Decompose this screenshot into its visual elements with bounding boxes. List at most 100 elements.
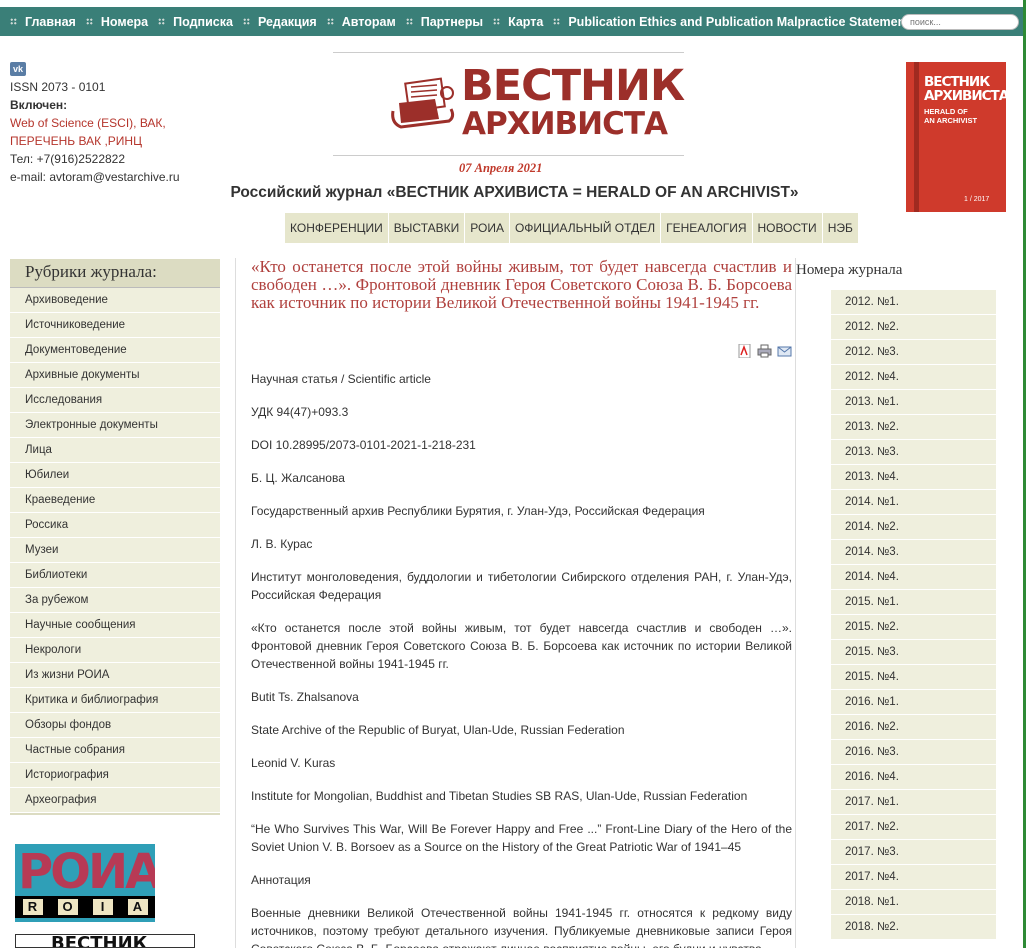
rubric-item[interactable]: Археография [10,788,220,813]
author-ru-2: Л. В. Курас [251,537,313,551]
nav-item-map[interactable]: Карта [493,15,543,29]
rubric-item[interactable]: Обзоры фондов [10,713,220,738]
nav-item-home[interactable]: Главная [10,15,76,29]
cover-title-en: HERALD OF AN ARCHIVIST [924,107,978,125]
email-icon[interactable] [777,344,792,358]
issn: ISSN 2073 - 0101 [10,80,106,94]
included-label: Включен: [10,98,68,112]
roia-letters: R O I A [15,896,155,918]
archive-logo-icon [391,77,455,129]
rubric-item[interactable]: Юбилеи [10,463,220,488]
nav-item-subscription[interactable]: Подписка [158,15,233,29]
search-input[interactable] [901,14,1019,30]
affiliation-ru-2: Институт монголоведения, буддологии и ти… [251,570,792,602]
issue-link[interactable]: 2012. №4. [831,365,996,390]
rubric-item[interactable]: Частные собрания [10,738,220,763]
title-ru: «Кто останется после этой войны живым, т… [251,621,792,671]
issue-link[interactable]: 2013. №2. [831,415,996,440]
doi: DOI 10.28995/2073-0101-2021-1-218-231 [251,438,476,452]
issue-link[interactable]: 2012. №3. [831,340,996,365]
bullet-icon [326,18,334,25]
bullet-icon [405,18,413,25]
issue-link[interactable]: 2017. №2. [831,815,996,840]
issue-link[interactable]: 2018. №2. [831,915,996,940]
subnav-exhibitions[interactable]: ВЫСТАВКИ [389,213,466,243]
issue-link[interactable]: 2014. №4. [831,565,996,590]
issue-link[interactable]: 2016. №1. [831,690,996,715]
rubric-item[interactable]: Электронные документы [10,413,220,438]
top-navigation: Главная Номера Подписка Редакция Авторам… [0,7,1023,36]
issue-link[interactable]: 2015. №1. [831,590,996,615]
issues-sidebar: 2012. №1. 2012. №2. 2012. №3. 2012. №4. … [831,290,996,940]
subnav-neb[interactable]: НЭБ [823,213,858,243]
indexes-link[interactable]: Web of Science (ESCI), ВАК, [10,114,180,132]
title-en: “He Who Survives This War, Will Be Forev… [251,822,792,854]
issue-link[interactable]: 2012. №2. [831,315,996,340]
issue-link[interactable]: 2013. №3. [831,440,996,465]
issue-link[interactable]: 2016. №3. [831,740,996,765]
subnav-news[interactable]: НОВОСТИ [753,213,823,243]
subnav-genealogy[interactable]: ГЕНЕАЛОГИЯ [661,213,753,243]
issue-link[interactable]: 2013. №1. [831,390,996,415]
print-icon[interactable] [757,344,772,358]
nav-item-editorial[interactable]: Редакция [242,15,317,29]
rubrics-title: Рубрики журнала: [10,259,220,288]
subnav-conferences[interactable]: КОНФЕРЕНЦИИ [285,213,389,243]
issue-link[interactable]: 2015. №4. [831,665,996,690]
vk-icon[interactable]: vk [10,62,26,76]
indexes-link-2[interactable]: ПЕРЕЧЕНЬ ВАК ,РИНЦ [10,132,180,150]
contact-info: vk ISSN 2073 - 0101 Включен: Web of Scie… [10,62,180,186]
rubric-item[interactable]: Лица [10,438,220,463]
issue-link[interactable]: 2017. №1. [831,790,996,815]
rubric-item[interactable]: Из жизни РОИА [10,663,220,688]
issues-title: Номера журнала [796,262,903,278]
sidebar-footer [10,813,220,815]
nav-item-authors[interactable]: Авторам [326,15,396,29]
author-en-1: Butit Ts. Zhalsanova [251,690,359,704]
nav-item-issues[interactable]: Номера [85,15,148,29]
vestnik-banner[interactable]: ВЕСТНИК [15,934,195,948]
rubric-item[interactable]: За рубежом [10,588,220,613]
roia-banner[interactable]: РОИА R O I A [15,844,155,922]
issue-link[interactable]: 2018. №1. [831,890,996,915]
subnav-official[interactable]: ОФИЦИАЛЬНЫЙ ОТДЕЛ [510,213,662,243]
rubric-item[interactable]: Архивные документы [10,363,220,388]
nav-item-ethics[interactable]: Publication Ethics and Publication Malpr… [553,15,909,29]
issue-link[interactable]: 2015. №3. [831,640,996,665]
rubric-item[interactable]: Научные сообщения [10,613,220,638]
affiliation-en-1: State Archive of the Republic of Buryat,… [251,723,625,737]
issue-link[interactable]: 2014. №2. [831,515,996,540]
journal-cover[interactable]: ВЕСТНИК АРХИВИСТА HERALD OF AN ARCHIVIST 1… [906,62,1006,212]
subnav-roia[interactable]: РОИА [465,213,510,243]
rubric-item[interactable]: Архивоведение [10,288,220,313]
rubric-item[interactable]: Музеи [10,538,220,563]
issue-link[interactable]: 2017. №4. [831,865,996,890]
affiliation-en-2: Institute for Mongolian, Buddhist and Ti… [251,789,748,803]
article-body: Научная статья / Scientific article УДК … [251,370,792,948]
rubric-item[interactable]: Критика и библиография [10,688,220,713]
rubric-item[interactable]: Некрологи [10,638,220,663]
nav-item-partners[interactable]: Партнеры [405,15,483,29]
rubric-item[interactable]: Библиотеки [10,563,220,588]
article-title: «Кто останется после этой войны живым, т… [251,257,792,312]
rubric-item[interactable]: Краеведение [10,488,220,513]
rubric-item[interactable]: Россика [10,513,220,538]
roia-logo-text: РОИА [18,844,155,900]
rubric-item[interactable]: Историография [10,763,220,788]
issue-link[interactable]: 2014. №3. [831,540,996,565]
rubric-item[interactable]: Исследования [10,388,220,413]
issue-link[interactable]: 2016. №4. [831,765,996,790]
cover-title-ru: ВЕСТНИК АРХИВИСТА [924,74,1006,104]
issue-link[interactable]: 2013. №4. [831,465,996,490]
pdf-icon[interactable] [737,344,752,358]
issue-link[interactable]: 2015. №2. [831,615,996,640]
issue-link[interactable]: 2014. №1. [831,490,996,515]
rubric-item[interactable]: Источниковедение [10,313,220,338]
issue-link[interactable]: 2016. №2. [831,715,996,740]
issue-link[interactable]: 2017. №3. [831,840,996,865]
rubrics-sidebar: Рубрики журнала: Архивоведение Источнико… [10,259,220,815]
rubric-item[interactable]: Документоведение [10,338,220,363]
cover-issue: 1 / 2017 [964,196,990,203]
issue-link[interactable]: 2012. №1. [831,290,996,315]
site-logo[interactable]: ВЕСТНИК АРХИВИСТА [333,52,685,156]
